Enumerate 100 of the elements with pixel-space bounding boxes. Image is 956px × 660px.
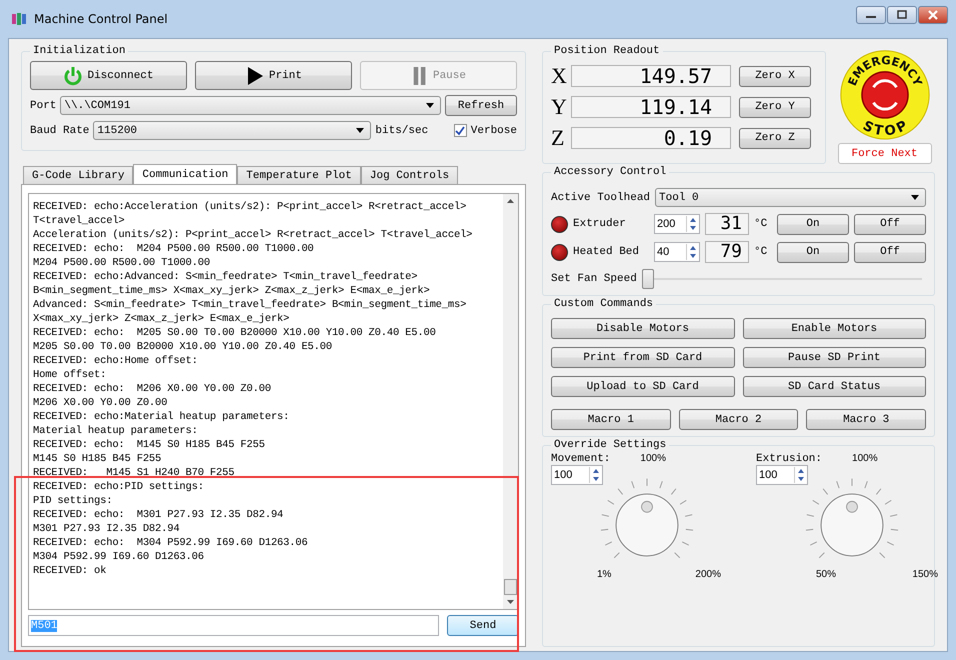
log-line: M206 X0.00 Y0.00 Z0.00 bbox=[33, 396, 168, 410]
log-line: RECEIVED: echo: M304 P592.99 I69.60 D1263.06 bbox=[33, 536, 309, 550]
send-button[interactable]: Send bbox=[447, 615, 519, 636]
dial-scale-label: 150% bbox=[912, 569, 938, 580]
maximize-icon bbox=[896, 10, 908, 20]
log-line: M145 S0 H185 B45 F255 bbox=[33, 452, 162, 466]
port-dropdown[interactable]: \\.\COM191 bbox=[60, 96, 441, 115]
power-icon bbox=[63, 66, 84, 86]
override-spinbox[interactable]: 100 bbox=[551, 465, 603, 485]
command-button[interactable]: Macro 1 bbox=[551, 409, 671, 430]
tab[interactable]: G-Code Library bbox=[23, 166, 134, 184]
scroll-up-icon bbox=[507, 199, 514, 203]
command-button[interactable]: Pause SD Print bbox=[742, 347, 926, 368]
maximize-button[interactable] bbox=[887, 6, 917, 24]
log-line: M205 S0.00 T0.00 B20000 X10.00 Y10.00 Z0.40 E5.00 bbox=[33, 340, 333, 354]
temperature-display: 31 bbox=[705, 213, 749, 235]
spin-arrows-icon bbox=[794, 467, 807, 483]
indicator-light-icon bbox=[551, 216, 568, 232]
caret-icon bbox=[356, 128, 364, 133]
log-line: Advanced: S<min_feedrate> T<min_travel_feedrate> B<min_segment_time_ms> bbox=[33, 298, 468, 312]
action-button[interactable]: Print bbox=[195, 61, 352, 90]
verbose-checkbox[interactable] bbox=[454, 124, 467, 137]
command-button[interactable]: Print from SD Card bbox=[551, 347, 734, 368]
log-line: RECEIVED: echo: M206 X0.00 Y0.00 Z0.00 bbox=[33, 382, 272, 396]
group-title: Accessory Control bbox=[553, 166, 668, 178]
minimize-button[interactable] bbox=[856, 6, 886, 24]
on-button[interactable]: On bbox=[777, 214, 849, 234]
unit-label: °C bbox=[754, 246, 768, 258]
log-line: RECEIVED: ok bbox=[33, 564, 108, 578]
log-line: B<min_segment_time_ms> X<max_xy_jerk> Z<max_z_jerk> E<max_e_jerk> bbox=[33, 284, 431, 298]
port-label: Port bbox=[30, 100, 56, 112]
command-button[interactable]: Disable Motors bbox=[551, 318, 734, 339]
override-label: Extrusion: bbox=[756, 453, 822, 465]
log-line: RECEIVED: echo:Material heatup parameters: bbox=[33, 410, 290, 424]
caret-icon bbox=[911, 195, 919, 200]
unit-label: bits/sec bbox=[375, 124, 428, 136]
unit-label: °C bbox=[754, 218, 768, 230]
dial-scale-label: 1% bbox=[597, 569, 612, 580]
log-line: Material heatup parameters: bbox=[33, 424, 199, 438]
setpoint-spinbox[interactable]: 200 bbox=[654, 214, 700, 234]
zero-button[interactable]: Zero Z bbox=[739, 128, 811, 148]
heater-label: Heated Bed bbox=[573, 246, 640, 258]
command-button[interactable]: Macro 2 bbox=[678, 409, 798, 430]
action-button[interactable]: Disconnect bbox=[30, 61, 187, 90]
toolhead-label: Active Toolhead bbox=[551, 192, 650, 204]
position-display: 149.57 bbox=[571, 65, 731, 87]
toolhead-dropdown[interactable]: Tool 0 bbox=[655, 188, 926, 207]
dial-scale-label: 100% bbox=[640, 453, 666, 465]
axis-label: Z bbox=[551, 125, 565, 151]
log-line: RECEIVED: M145 S1 H240 B70 F255 bbox=[33, 466, 236, 480]
command-button[interactable]: SD Card Status bbox=[742, 376, 926, 397]
tab[interactable]: Jog Controls bbox=[360, 166, 458, 184]
scrollbar-thumb[interactable] bbox=[504, 579, 517, 595]
log-line: RECEIVED: echo:Home offset: bbox=[33, 354, 199, 368]
group-title: Custom Commands bbox=[553, 298, 654, 310]
command-button[interactable]: Upload to SD Card bbox=[551, 376, 734, 397]
zero-button[interactable]: Zero Y bbox=[739, 96, 811, 118]
zero-button[interactable]: Zero X bbox=[739, 66, 811, 86]
heater-label: Extruder bbox=[573, 218, 627, 230]
log-line: M204 P500.00 R500.00 T1000.00 bbox=[33, 256, 211, 270]
refresh-button[interactable]: Refresh bbox=[445, 95, 517, 116]
command-button[interactable]: Macro 3 bbox=[806, 409, 926, 430]
setpoint-spinbox[interactable]: 40 bbox=[654, 242, 700, 262]
position-display: 119.14 bbox=[571, 96, 731, 118]
force-next-button[interactable]: Force Next bbox=[838, 143, 932, 164]
command-button[interactable]: Enable Motors bbox=[742, 318, 926, 339]
scrollbar[interactable] bbox=[503, 194, 518, 609]
scroll-down-icon bbox=[507, 600, 514, 604]
override-label: Movement: bbox=[551, 453, 610, 465]
spin-arrows-icon bbox=[589, 467, 602, 483]
on-button[interactable]: On bbox=[777, 242, 849, 262]
window-title: Machine Control Panel bbox=[34, 12, 168, 26]
log-line: RECEIVED: echo:Acceleration (units/s2): P<print_accel> R<retract_accel> bbox=[33, 200, 468, 214]
log-line: RECEIVED: echo:PID settings: bbox=[33, 480, 205, 494]
log-line: T<travel_accel> bbox=[33, 214, 126, 228]
tab[interactable]: Communication bbox=[133, 164, 238, 184]
log-line: RECEIVED: echo: M301 P27.93 I2.35 D82.94 bbox=[33, 508, 284, 522]
log-line: M301 P27.93 I2.35 D82.94 bbox=[33, 522, 180, 536]
off-button[interactable]: Off bbox=[854, 214, 926, 234]
slider-handle[interactable] bbox=[642, 269, 654, 289]
group-title: Position Readout bbox=[553, 45, 661, 57]
log-line: Home offset: bbox=[33, 368, 108, 382]
close-button[interactable] bbox=[918, 6, 948, 24]
baud-rate-dropdown[interactable]: 115200 bbox=[93, 121, 372, 140]
caret-icon bbox=[426, 103, 434, 108]
log-line: PID settings: bbox=[33, 494, 114, 508]
dial-scale-label: 200% bbox=[695, 569, 721, 580]
baud-rate-label: Baud Rate bbox=[30, 124, 90, 136]
close-icon bbox=[927, 10, 939, 20]
off-button[interactable]: Off bbox=[854, 242, 926, 262]
fan-speed-label: Set Fan Speed bbox=[551, 273, 637, 285]
log-line: X<max_xy_jerk> Z<max_z_jerk> E<max_e_jerk> bbox=[33, 312, 290, 326]
indicator-light-icon bbox=[551, 244, 568, 260]
override-spinbox[interactable]: 100 bbox=[756, 465, 808, 485]
position-display: 0.19 bbox=[571, 127, 731, 149]
dial-scale-label: 100% bbox=[852, 453, 878, 465]
verbose-label: Verbose bbox=[470, 124, 517, 136]
tab[interactable]: Temperature Plot bbox=[237, 166, 361, 184]
group-title: Initialization bbox=[32, 45, 126, 57]
log-line: RECEIVED: echo: M145 S0 H185 B45 F255 bbox=[33, 438, 266, 452]
